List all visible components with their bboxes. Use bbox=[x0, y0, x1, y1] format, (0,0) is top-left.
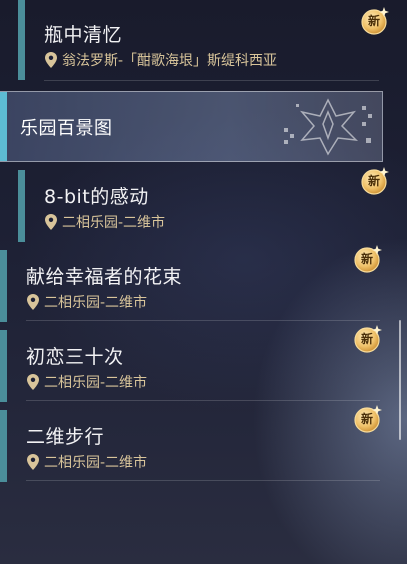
item-divider bbox=[26, 400, 380, 401]
new-badge-label: 新 bbox=[360, 332, 373, 346]
new-badge: 新 bbox=[359, 166, 389, 196]
group-header-title: 乐园百景图 bbox=[20, 118, 113, 139]
item-location: 二相乐园-二维市 bbox=[26, 292, 147, 312]
item-accent-bar bbox=[18, 0, 25, 80]
item-title: 献给幸福者的花束 bbox=[26, 266, 183, 288]
location-pin-icon bbox=[27, 294, 39, 310]
item-accent-bar bbox=[0, 330, 7, 402]
list-item[interactable]: 二维步行 二相乐园-二维市 新 bbox=[0, 404, 407, 486]
new-badge-label: 新 bbox=[360, 252, 373, 266]
new-badge: 新 bbox=[359, 6, 389, 36]
emblem-decoration-icon bbox=[284, 98, 372, 156]
item-divider bbox=[26, 320, 380, 321]
new-badge: 新 bbox=[352, 244, 382, 274]
location-pin-icon bbox=[27, 454, 39, 470]
group-header[interactable]: 乐园百景图 bbox=[0, 91, 383, 162]
item-title: 二维步行 bbox=[26, 426, 105, 448]
item-location-text: 二相乐园-二维市 bbox=[44, 455, 148, 471]
new-badge: 新 bbox=[352, 324, 382, 354]
item-accent-bar bbox=[18, 170, 25, 242]
item-title: 初恋三十次 bbox=[26, 346, 124, 368]
item-location: 二相乐园-二维市 bbox=[44, 212, 165, 232]
item-divider bbox=[26, 480, 380, 481]
new-badge-label: 新 bbox=[360, 412, 373, 426]
scrollbar[interactable] bbox=[399, 320, 401, 440]
item-accent-bar bbox=[0, 250, 7, 322]
item-location-text: 二相乐园-二维市 bbox=[62, 215, 166, 231]
list-item[interactable]: 瓶中清忆 翁法罗斯-「酣歌海垠」斯缇科西亚 新 bbox=[0, 0, 407, 86]
list-item[interactable]: 献给幸福者的花束 二相乐园-二维市 新 bbox=[0, 244, 407, 326]
item-title: 瓶中清忆 bbox=[44, 24, 123, 46]
new-badge-label: 新 bbox=[367, 174, 380, 188]
location-pin-icon bbox=[45, 214, 57, 230]
list-item[interactable]: 8-bit的感动 二相乐园-二维市 新 bbox=[0, 166, 407, 246]
new-badge: 新 bbox=[352, 404, 382, 434]
item-location: 翁法罗斯-「酣歌海垠」斯缇科西亚 bbox=[44, 50, 277, 70]
item-location-text: 翁法罗斯-「酣歌海垠」斯缇科西亚 bbox=[62, 53, 278, 69]
location-pin-icon bbox=[27, 374, 39, 390]
item-title: 8-bit的感动 bbox=[44, 186, 149, 208]
item-location-text: 二相乐园-二维市 bbox=[44, 375, 148, 391]
item-location-text: 二相乐园-二维市 bbox=[44, 295, 148, 311]
new-badge-label: 新 bbox=[367, 14, 380, 28]
location-pin-icon bbox=[45, 52, 57, 68]
item-divider bbox=[44, 80, 379, 81]
list-item[interactable]: 初恋三十次 二相乐园-二维市 新 bbox=[0, 324, 407, 406]
item-location: 二相乐园-二维市 bbox=[26, 372, 147, 392]
item-accent-bar bbox=[0, 410, 7, 482]
group-header-accent-bar bbox=[0, 92, 7, 161]
item-location: 二相乐园-二维市 bbox=[26, 452, 147, 472]
